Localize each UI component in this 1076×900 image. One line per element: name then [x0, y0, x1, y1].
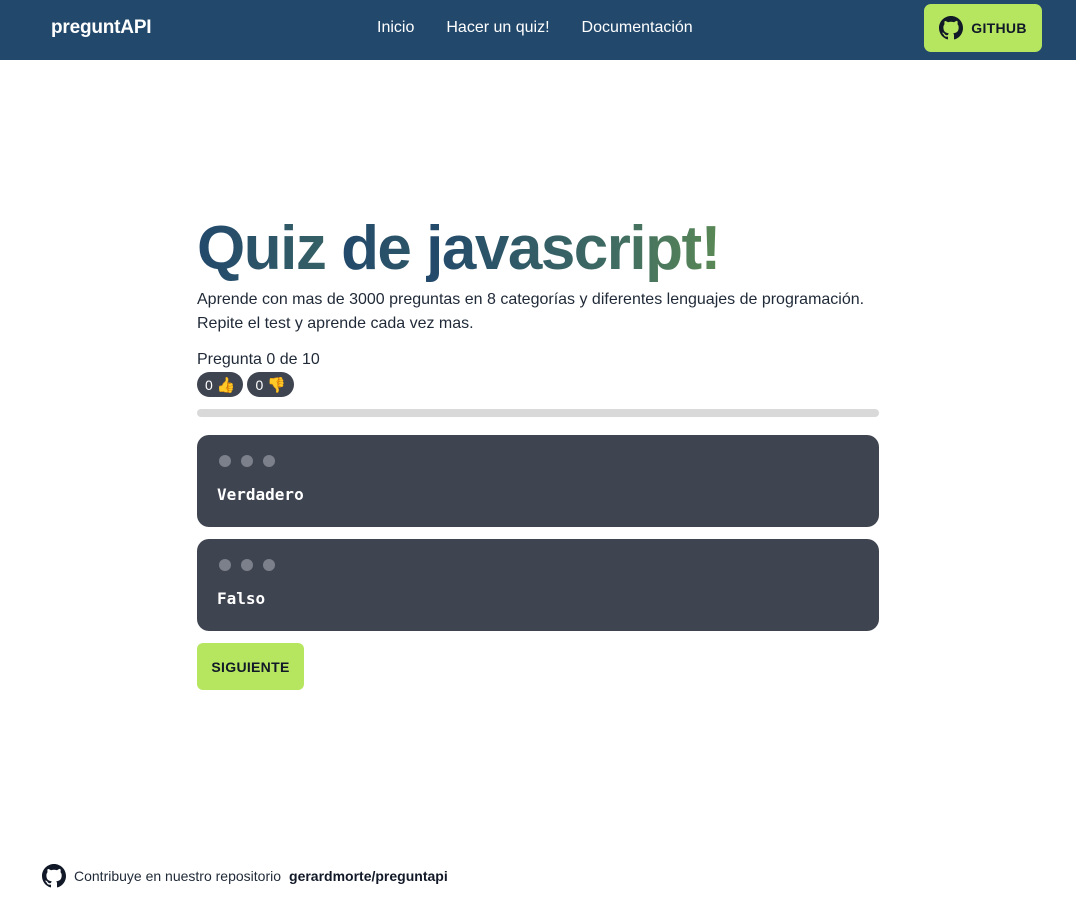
page-title: Quiz de javascript! — [197, 214, 879, 284]
title-word-quiz: Quiz — [197, 214, 327, 283]
wrong-count: 0 — [255, 376, 264, 393]
thumbs-up-icon: 👍 — [216, 376, 236, 394]
score-badges: 0 👍 0 👎 — [197, 372, 879, 397]
window-dots — [219, 559, 275, 571]
nav-links: Inicio Hacer un quiz! Documentación — [377, 19, 693, 37]
intro-line-1: Aprende con mas de 3000 preguntas en 8 c… — [197, 291, 865, 308]
question-counter: Pregunta 0 de 10 — [197, 351, 320, 368]
correct-badge: 0 👍 — [197, 372, 244, 397]
dot-icon — [263, 559, 275, 571]
quiz-section: Quiz de javascript! Aprende con mas de 3… — [197, 214, 879, 690]
wrong-badge: 0 👎 — [247, 372, 294, 397]
intro-line-2: Repite el test y aprende cada vez mas. — [197, 315, 474, 332]
dot-icon — [241, 455, 253, 467]
answer-option-verdadero[interactable]: Verdadero — [197, 435, 879, 527]
dot-icon — [219, 455, 231, 467]
repo-link[interactable]: gerardmorte/preguntapi — [289, 868, 448, 884]
github-button[interactable]: GITHUB — [924, 4, 1042, 52]
title-word-de: de — [341, 214, 412, 283]
footer-text: Contribuye en nuestro repositorio — [74, 868, 282, 884]
answer-option-falso[interactable]: Falso — [197, 539, 879, 631]
github-button-label: GITHUB — [971, 20, 1027, 36]
nav-link-documentacion[interactable]: Documentación — [582, 19, 693, 37]
answer-text: Verdadero — [217, 485, 304, 504]
brand-logo[interactable]: preguntAPI — [51, 17, 152, 39]
dot-icon — [263, 455, 275, 467]
correct-count: 0 — [205, 376, 213, 393]
window-dots — [219, 455, 275, 467]
nav-link-inicio[interactable]: Inicio — [377, 19, 414, 37]
nav-link-hacer-quiz[interactable]: Hacer un quiz! — [446, 19, 549, 37]
dot-icon — [219, 559, 231, 571]
footer: Contribuye en nuestro repositorio gerard… — [42, 864, 448, 888]
thumbs-down-icon: 👎 — [267, 376, 286, 394]
answer-text: Falso — [217, 589, 266, 608]
github-icon — [939, 16, 964, 40]
intro-text: Aprende con mas de 3000 preguntas en 8 c… — [197, 288, 879, 336]
github-icon — [42, 864, 66, 888]
title-word-language: javascript! — [426, 214, 721, 283]
dot-icon — [241, 559, 253, 571]
progress-bar — [197, 409, 879, 417]
navbar: preguntAPI Inicio Hacer un quiz! Documen… — [0, 0, 1076, 60]
next-button[interactable]: SIGUIENTE — [197, 643, 304, 690]
next-button-label: SIGUIENTE — [211, 658, 290, 675]
